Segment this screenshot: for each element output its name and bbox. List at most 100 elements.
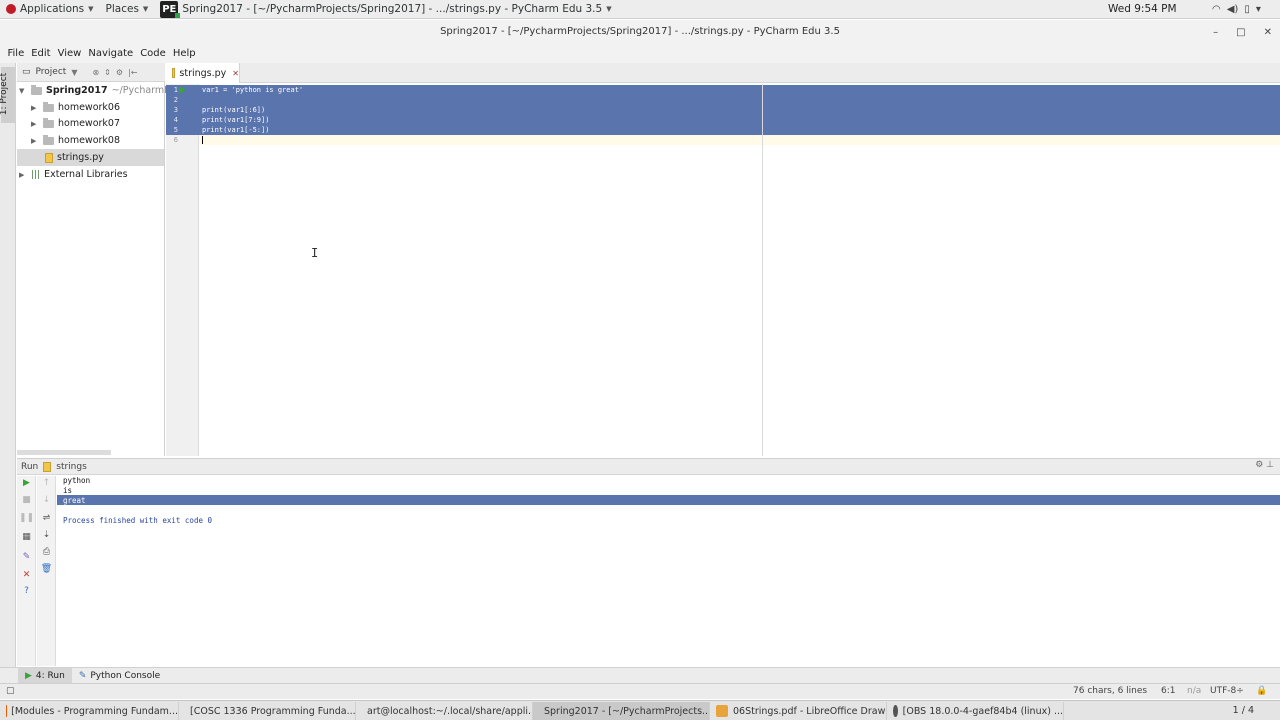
chevron-down-icon[interactable]: ▼ [71, 68, 77, 77]
menu-file[interactable]: File [4, 48, 28, 59]
taskbar: [Modules - Programming Fundam... [COSC 1… [0, 700, 1280, 720]
minimize-button[interactable]: – [1213, 27, 1218, 38]
menu-help[interactable]: Help [169, 48, 199, 59]
active-app-menu[interactable]: PE Spring2017 - [~/PycharmProjects/Sprin… [154, 0, 617, 19]
tree-item-homework06[interactable]: ▶ homework06 [31, 99, 120, 116]
run-panel-header: Run strings [17, 458, 1280, 475]
clock[interactable]: Wed 9:54 PM [1108, 0, 1177, 19]
run-icon: ▶ [25, 670, 32, 681]
tree-item-strings-py[interactable]: strings.py [17, 149, 164, 166]
help-icon[interactable]: ? [17, 586, 36, 596]
console-line: python [63, 476, 91, 485]
pin-icon[interactable]: ✎ [17, 552, 36, 562]
tab-strings-py[interactable]: strings.py ✕ [166, 63, 240, 83]
text-selection [199, 85, 1280, 135]
applications-menu[interactable]: Applications ▼ [0, 0, 100, 19]
close-tab-icon[interactable]: ✕ [232, 69, 239, 78]
scroll-to-end-icon[interactable]: ⇣ [37, 530, 56, 540]
project-view-selector[interactable]: Project [36, 67, 67, 77]
python-file-icon [43, 461, 52, 472]
process-finished-message: Process finished with exit code 0 [63, 516, 213, 525]
soft-wrap-icon[interactable]: ⇌ [37, 513, 56, 523]
status-encoding[interactable]: UTF-8÷ [1210, 686, 1244, 696]
layout-icon[interactable]: ▦ [17, 532, 36, 542]
line-number: 4 [173, 116, 178, 124]
places-menu[interactable]: Places ▼ [100, 0, 155, 19]
tool-window-tabs: ▶ 4: Run ✎ Python Console [0, 667, 1280, 684]
task-terminal[interactable]: art@localhost:~/.local/share/appli... [356, 702, 533, 720]
python-file-icon [45, 152, 53, 163]
status-cursor-position[interactable]: 6:1 [1161, 686, 1175, 696]
gear-icon[interactable]: ⚙ [116, 68, 123, 77]
gear-icon[interactable]: ⚙ [1255, 460, 1263, 470]
collapsed-arrow-icon: ▶ [19, 170, 25, 179]
workspace-pager[interactable]: 1 / 4 [1233, 705, 1254, 716]
tab-run[interactable]: ▶ 4: Run [18, 667, 72, 684]
sync-icon[interactable]: ⊗ [92, 68, 99, 77]
horizontal-scrollbar[interactable] [17, 450, 111, 455]
tool-windows-toggle-icon[interactable]: ▢ [6, 686, 15, 696]
tree-item-homework07[interactable]: ▶ homework07 [31, 115, 120, 132]
system-tray[interactable]: ◠ ◀) ▯ ▾ [1212, 0, 1261, 19]
code-line: var1 = 'python is great' [202, 86, 304, 94]
console-selection [57, 495, 1280, 505]
project-tool-tab[interactable]: 1: Project [0, 67, 15, 123]
library-icon: ||| [31, 169, 41, 180]
line-number: 6 [173, 136, 178, 144]
wifi-icon: ◠ [1212, 4, 1221, 15]
line-number: 1 [173, 86, 178, 94]
menu-view[interactable]: View [54, 48, 85, 59]
arrow-up-icon[interactable]: ↑ [37, 478, 56, 488]
run-config-name: strings [56, 461, 87, 472]
pause-icon[interactable]: ❚❚ [17, 513, 36, 523]
tree-item-homework08[interactable]: ▶ homework08 [31, 132, 120, 149]
menu-edit[interactable]: Edit [28, 48, 54, 59]
menu-bar: File Edit View Navigate Code Help [0, 44, 1280, 63]
task-libreoffice-draw[interactable]: 06Strings.pdf - LibreOffice Draw [710, 702, 887, 720]
lock-icon[interactable]: 🔒 [1256, 686, 1267, 696]
hide-panel-icon[interactable]: ⊥ [1266, 460, 1274, 470]
top-bar: Applications ▼ Places ▼ PE Spring2017 - … [0, 0, 1280, 19]
pycharm-edu-icon: PE [160, 0, 181, 18]
left-tool-strip: 1: Project [0, 63, 16, 683]
hide-panel-icon[interactable]: |← [128, 68, 137, 77]
menu-navigate[interactable]: Navigate [85, 48, 137, 59]
text-caret [202, 136, 203, 144]
code-line: print(var1[-5:]) [202, 126, 270, 134]
status-line-separator[interactable]: n/a [1187, 686, 1201, 696]
line-number: 3 [173, 106, 178, 114]
tree-root-spring2017[interactable]: ▼ Spring2017 ~/PycharmPro... [19, 82, 188, 99]
battery-icon: ▯ [1244, 4, 1250, 15]
window-controls: – □ ✕ [1213, 20, 1272, 44]
close-button[interactable]: ✕ [1264, 27, 1272, 38]
print-icon[interactable]: ⎙ [37, 547, 56, 557]
mouse-ibeam-cursor: I [311, 246, 319, 260]
task-pycharm[interactable]: Spring2017 - [~/PycharmProjects... [533, 702, 710, 720]
tab-python-console[interactable]: ✎ Python Console [72, 668, 167, 684]
tree-item-external-libraries[interactable]: ▶ ||| External Libraries [19, 166, 128, 183]
console-line: great [63, 496, 86, 505]
arrow-down-icon[interactable]: ↓ [37, 495, 56, 505]
close-icon[interactable]: ✕ [17, 570, 36, 580]
code-line: print(var1[7:9]) [202, 116, 270, 124]
run-toolbar-secondary: ↑ ↓ ⇌ ⇣ ⎙ 🗑 [37, 476, 56, 666]
task-obs[interactable]: [OBS 18.0.0-4-gaef84b4 (linux) ... [887, 702, 1064, 720]
run-gutter-icon[interactable] [179, 86, 186, 94]
expanded-arrow-icon: ▼ [19, 86, 25, 95]
trash-icon[interactable]: 🗑 [37, 564, 56, 574]
folder-icon [31, 84, 42, 95]
task-firefox-modules[interactable]: [Modules - Programming Fundam... [0, 702, 179, 720]
python-file-icon [172, 68, 176, 78]
code-line: print(var1[:6]) [202, 106, 266, 114]
active-window-label: Spring2017 - [~/PycharmProjects/Spring20… [182, 3, 603, 15]
editor-tab-bar: strings.py ✕ [166, 63, 1280, 83]
task-chrome-cosc[interactable]: [COSC 1336 Programming Funda... [179, 702, 356, 720]
libreoffice-draw-icon [716, 705, 728, 717]
stop-icon[interactable]: ■ [17, 495, 36, 505]
window-title: Spring2017 - [~/PycharmProjects/Spring20… [0, 20, 1280, 44]
maximize-button[interactable]: □ [1236, 27, 1245, 38]
collapse-icon[interactable]: ⇕ [104, 68, 111, 77]
menu-code[interactable]: Code [137, 48, 170, 59]
rerun-icon[interactable]: ▶ [17, 478, 36, 488]
chevron-down-icon: ▼ [142, 5, 149, 13]
